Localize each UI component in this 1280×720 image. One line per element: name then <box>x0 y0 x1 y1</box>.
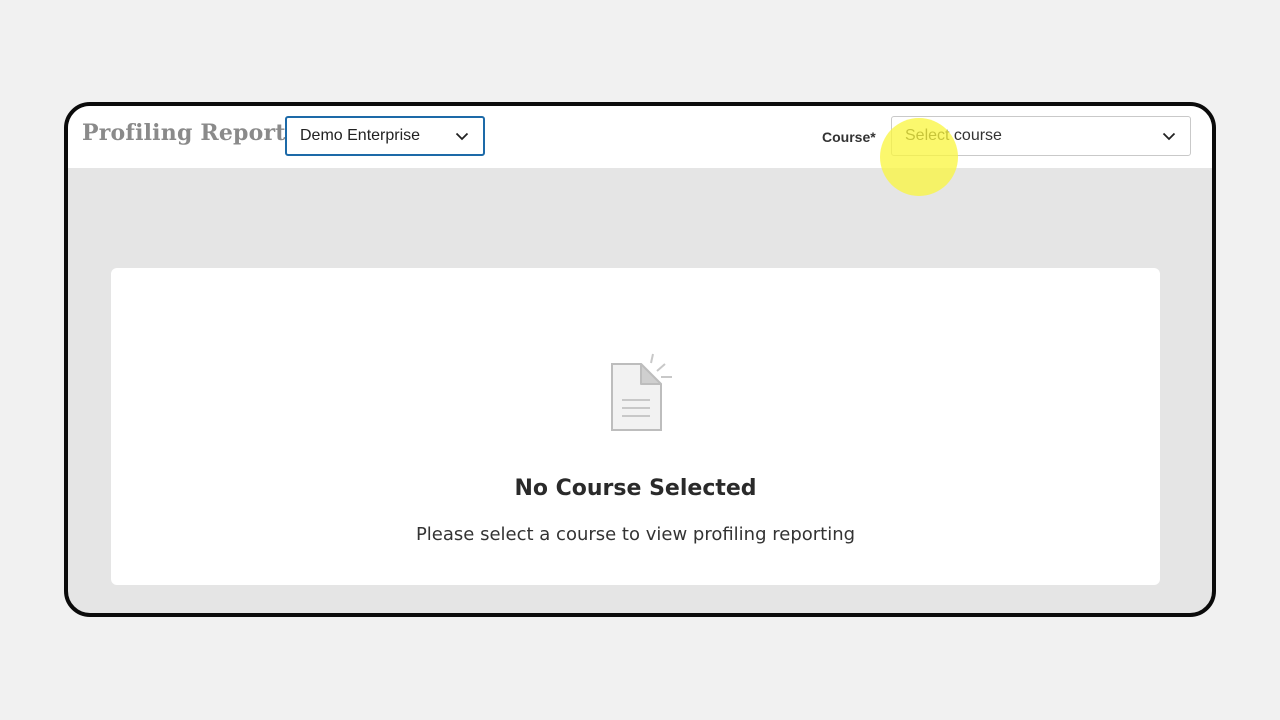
course-select[interactable]: Select course <box>891 116 1191 156</box>
empty-state-message: Please select a course to view profiling… <box>415 524 856 545</box>
app-window: Profiling Report Demo Enterprise Course*… <box>64 102 1216 617</box>
empty-state-title: No Course Selected <box>514 476 757 501</box>
report-header: Profiling Report Demo Enterprise Course*… <box>68 106 1212 168</box>
course-select-placeholder: Select course <box>905 127 1002 144</box>
course-label: Course* <box>822 129 876 145</box>
chevron-down-icon <box>1162 132 1176 141</box>
empty-state-card: No Course Selected Please select a cours… <box>111 268 1160 585</box>
enterprise-select-value: Demo Enterprise <box>300 127 421 144</box>
chevron-down-icon <box>455 132 469 141</box>
document-icon <box>611 353 672 431</box>
page-title: Profiling Report <box>82 120 286 146</box>
enterprise-select[interactable]: Demo Enterprise <box>285 116 485 156</box>
